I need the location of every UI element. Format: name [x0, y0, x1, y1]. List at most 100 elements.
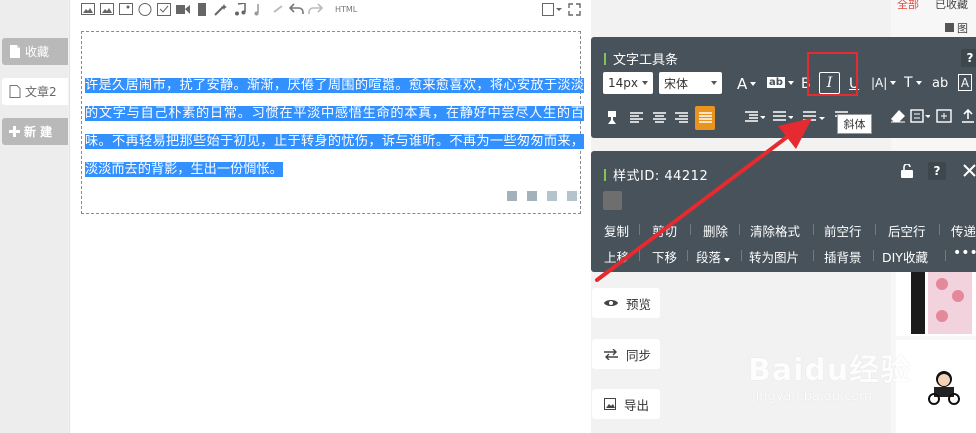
- insert-background-button[interactable]: 插背景: [824, 247, 862, 266]
- cut-button[interactable]: 剪切: [652, 221, 677, 240]
- upload-icon[interactable]: [961, 109, 975, 123]
- sidebar-item-label: 新 建: [24, 125, 53, 139]
- music-alt-icon[interactable]: [251, 3, 266, 16]
- dot-1: [507, 191, 517, 201]
- text-border-button[interactable]: A: [958, 74, 972, 91]
- sidebar-item-article2[interactable]: 文章2: [2, 78, 68, 105]
- style-help-button[interactable]: ?: [928, 162, 946, 180]
- multi-image-icon[interactable]: [99, 3, 114, 16]
- fullscreen-icon[interactable]: [567, 2, 582, 16]
- font-size-value: 14px: [608, 76, 638, 90]
- align-left-icon[interactable]: [630, 112, 643, 124]
- export-label: 导出: [624, 397, 650, 413]
- palette-icon[interactable]: [137, 2, 152, 16]
- editor-area: HTML 许是久居闹市，扰了安静。渐渐，厌倦了周围的喧嚣。愈来愈喜欢，将心安放于…: [69, 0, 591, 433]
- move-up-button[interactable]: 上移: [604, 247, 629, 266]
- delete-button[interactable]: 删除: [703, 221, 728, 240]
- font-color-button[interactable]: A: [737, 75, 756, 93]
- separator: [873, 250, 874, 261]
- diy-favorite-button[interactable]: DIY收藏: [882, 247, 928, 266]
- attachment-icon[interactable]: [194, 2, 209, 16]
- italic-tooltip: 斜体: [837, 114, 872, 134]
- video-icon[interactable]: [175, 3, 190, 16]
- sync-button[interactable]: 同步: [592, 339, 660, 369]
- separator: [813, 250, 814, 261]
- sidebar-item-new[interactable]: 新 建: [2, 118, 68, 145]
- redo-icon[interactable]: [308, 3, 323, 16]
- watermark-url: jingyan.baidu.com: [752, 389, 872, 404]
- image-icon: [945, 23, 954, 32]
- copy-button[interactable]: 复制: [604, 221, 629, 240]
- document-frame[interactable]: 许是久居闹市，扰了安静。渐渐，厌倦了周围的喧嚣。愈来愈喜欢，将心安放于淡淡的文字…: [81, 31, 584, 214]
- unlock-icon[interactable]: [901, 164, 913, 178]
- text-panel-title: 文字工具条: [604, 49, 678, 68]
- template-thumbnail[interactable]: [896, 270, 976, 336]
- paragraph-dropdown[interactable]: 段落: [696, 247, 730, 266]
- align-right-icon[interactable]: [675, 112, 688, 124]
- font-family-select[interactable]: 宋体: [659, 72, 722, 94]
- undo-icon[interactable]: [289, 3, 304, 16]
- paragraph-spacing-icon[interactable]: [803, 111, 825, 123]
- dot-3: [547, 191, 557, 201]
- sync-label: 同步: [626, 347, 652, 363]
- sidebar-item-label: 文章2: [25, 85, 57, 99]
- thumbnail-dark-strip: [911, 272, 925, 334]
- separator: [945, 250, 946, 261]
- text-transform-button[interactable]: T: [904, 75, 922, 91]
- preview-button[interactable]: 预览: [592, 288, 660, 318]
- file-icon: [10, 45, 20, 58]
- more-button[interactable]: •••: [953, 245, 976, 261]
- font-size-select[interactable]: 14px: [603, 72, 653, 94]
- blank-line-after-button[interactable]: 后空行: [888, 221, 926, 240]
- cartoon-avatar-icon: [928, 371, 960, 405]
- html-button[interactable]: HTML: [335, 5, 357, 14]
- text-t-icon: T: [904, 75, 913, 91]
- strikethrough-button[interactable]: ab: [932, 76, 948, 91]
- pass-on-button[interactable]: 传递: [951, 221, 976, 240]
- thumbnail-pink-block: [928, 272, 972, 334]
- align-justify-button[interactable]: [695, 106, 715, 130]
- strike-icon: ab: [932, 76, 949, 91]
- selected-text-block[interactable]: 许是久居闹市，扰了安静。渐渐，厌倦了周围的喧嚣。愈来愈喜欢，将心安放于淡淡的文字…: [85, 72, 584, 184]
- separator: [687, 250, 688, 261]
- separator: [741, 250, 742, 261]
- magic-wand-icon[interactable]: [213, 3, 228, 16]
- help-button[interactable]: ?: [961, 49, 976, 67]
- format-brush-icon[interactable]: [605, 111, 619, 124]
- blank-line-before-button[interactable]: 前空行: [824, 221, 862, 240]
- clear-format-button[interactable]: 清除格式: [750, 221, 800, 240]
- letter-spacing-icon: |A|: [871, 76, 888, 90]
- sync-icon: [604, 348, 618, 360]
- move-down-button[interactable]: 下移: [652, 247, 677, 266]
- insert-icon[interactable]: [936, 109, 952, 123]
- separator: [690, 224, 691, 235]
- picture-icon[interactable]: [118, 3, 133, 16]
- music-icon[interactable]: [232, 2, 247, 16]
- paragraph-label: 段落: [696, 250, 722, 265]
- separator: [939, 224, 940, 235]
- eraser-icon[interactable]: [891, 110, 905, 123]
- box-a-icon: A: [960, 75, 970, 90]
- bg-color-icon: ab: [767, 77, 785, 88]
- edit-dropdown-icon[interactable]: [541, 2, 563, 16]
- link-icon[interactable]: [270, 3, 285, 16]
- indent-icon[interactable]: [745, 111, 765, 123]
- check-icon[interactable]: [156, 2, 171, 16]
- bg-color-button[interactable]: ab: [767, 77, 794, 88]
- separator: [639, 250, 640, 261]
- border-icon[interactable]: [910, 109, 930, 123]
- style-color-swatch[interactable]: [603, 191, 622, 210]
- convert-to-image-button[interactable]: 转为图片: [749, 247, 799, 266]
- export-button[interactable]: 导出: [592, 389, 660, 419]
- plus-icon: [9, 126, 20, 137]
- letter-spacing-button[interactable]: |A|: [871, 76, 896, 90]
- tab-all[interactable]: 全部: [897, 0, 919, 12]
- tab-favorited[interactable]: 已收藏: [935, 0, 968, 12]
- style-panel: 样式ID: 44212 ? 复制 剪切 删除 清除格式 前空行 后空行 传递 上…: [591, 151, 976, 272]
- sidebar-item-favorites[interactable]: 收藏: [2, 38, 68, 65]
- image-icon[interactable]: [80, 3, 95, 16]
- align-justify-icon: [698, 112, 712, 123]
- line-height-icon[interactable]: [773, 111, 793, 123]
- align-center-icon[interactable]: [653, 112, 666, 124]
- close-icon[interactable]: [963, 164, 976, 177]
